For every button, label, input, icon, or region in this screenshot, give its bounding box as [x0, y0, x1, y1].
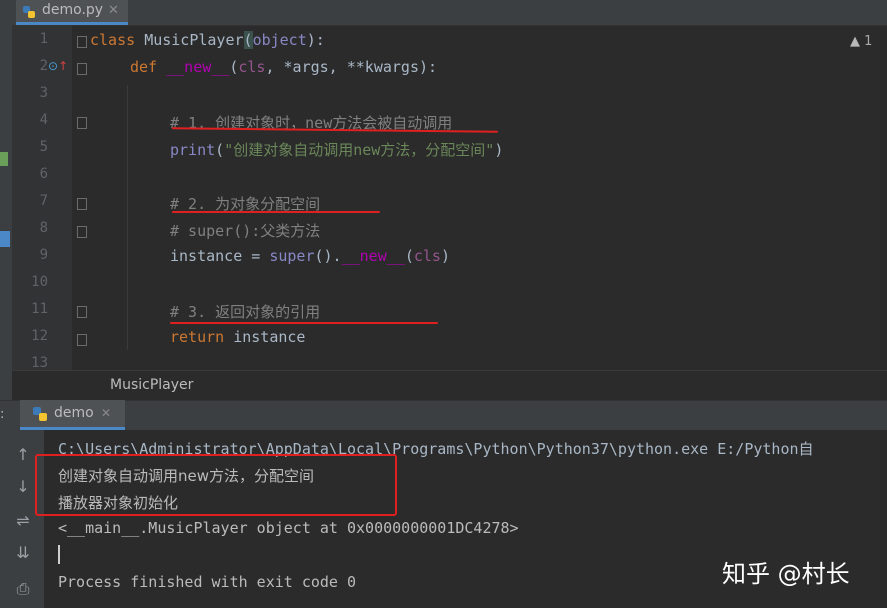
project-tool-strip — [0, 25, 12, 400]
code-line-12[interactable]: return instance — [170, 328, 305, 346]
console-output-line: <__main__.MusicPlayer object at 0x000000… — [58, 519, 519, 537]
run-tool-header: : — [0, 400, 887, 431]
watermark: 知乎 @村长 — [722, 560, 850, 588]
fold-marker-icon[interactable] — [77, 306, 87, 318]
code-line-2[interactable]: def __new__(cls, *args, **kwargs): — [130, 58, 437, 76]
code-line-11-comment[interactable]: # 3. 返回对象的引用 — [170, 301, 320, 322]
breadcrumb[interactable]: MusicPlayer — [110, 377, 193, 393]
line-number: 8 — [39, 220, 48, 236]
annotation-box — [35, 454, 397, 516]
line-number: 4 — [39, 112, 48, 128]
line-number: 5 — [39, 139, 48, 155]
process-finished-line: Process finished with exit code 0 — [58, 573, 357, 591]
code-line-1[interactable]: class MusicPlayer(object): — [90, 31, 325, 49]
tab-demo-py[interactable]: demo.py ✕ — [16, 0, 128, 25]
warning-count: 1 — [864, 34, 873, 49]
fold-marker-icon[interactable] — [77, 334, 87, 346]
python-run-icon — [32, 406, 48, 422]
fold-marker-icon[interactable] — [77, 36, 87, 48]
line-number: 3 — [39, 85, 48, 101]
run-tab-demo[interactable]: demo ✕ — [20, 400, 125, 430]
structure-icon[interactable] — [0, 152, 8, 166]
line-number: 7 — [39, 193, 48, 209]
fold-marker-icon[interactable] — [77, 226, 87, 238]
warning-icon: ▲ — [850, 34, 860, 49]
close-tab-icon[interactable]: ✕ — [108, 3, 119, 18]
fold-marker-icon[interactable] — [77, 198, 87, 210]
line-number: 2 — [39, 58, 48, 74]
line-number: 6 — [39, 166, 48, 182]
line-number: 11 — [31, 301, 48, 317]
breadcrumb-bar: MusicPlayer — [12, 370, 887, 401]
tab-label: demo.py — [42, 2, 104, 18]
line-number: 13 — [31, 355, 48, 371]
code-line-5[interactable]: print("创建对象自动调用new方法，分配空间") — [170, 139, 503, 160]
line-number: 12 — [31, 328, 48, 344]
close-run-tab-icon[interactable]: ✕ — [101, 406, 111, 420]
bookmarks-icon[interactable] — [0, 231, 10, 247]
code-line-8-comment[interactable]: # super():父类方法 — [170, 220, 320, 241]
indent-guide — [127, 85, 128, 350]
fold-marker-icon[interactable] — [77, 63, 87, 75]
print-icon[interactable]: ⎙ — [14, 580, 32, 598]
annotation-underline — [170, 322, 438, 324]
editor-tab-bar — [0, 0, 887, 26]
arrow-up-icon[interactable]: ↑ — [14, 446, 32, 464]
override-marker-icon[interactable]: ⊙↑ — [48, 59, 68, 73]
arrow-down-icon[interactable]: ↓ — [14, 478, 32, 496]
warning-indicator[interactable]: ▲ 1 — [850, 34, 872, 49]
text-cursor — [58, 545, 60, 564]
line-number-gutter: 1 2 3 4 5 6 7 8 9 10 11 12 13 ⊙↑ — [12, 25, 72, 371]
line-number: 10 — [31, 274, 48, 290]
code-line-9[interactable]: instance = super().__new__(cls) — [170, 247, 450, 265]
line-number: 9 — [39, 247, 48, 263]
annotation-underline — [172, 211, 380, 213]
soft-wrap-icon[interactable]: ⇌ — [14, 512, 32, 530]
line-number: 1 — [39, 31, 48, 47]
run-tab-label: demo — [54, 405, 94, 421]
run-label-fragment: : — [0, 407, 5, 422]
python-file-icon — [22, 4, 36, 18]
scroll-to-end-icon[interactable]: ⇊ — [14, 544, 32, 562]
fold-marker-icon[interactable] — [77, 117, 87, 129]
